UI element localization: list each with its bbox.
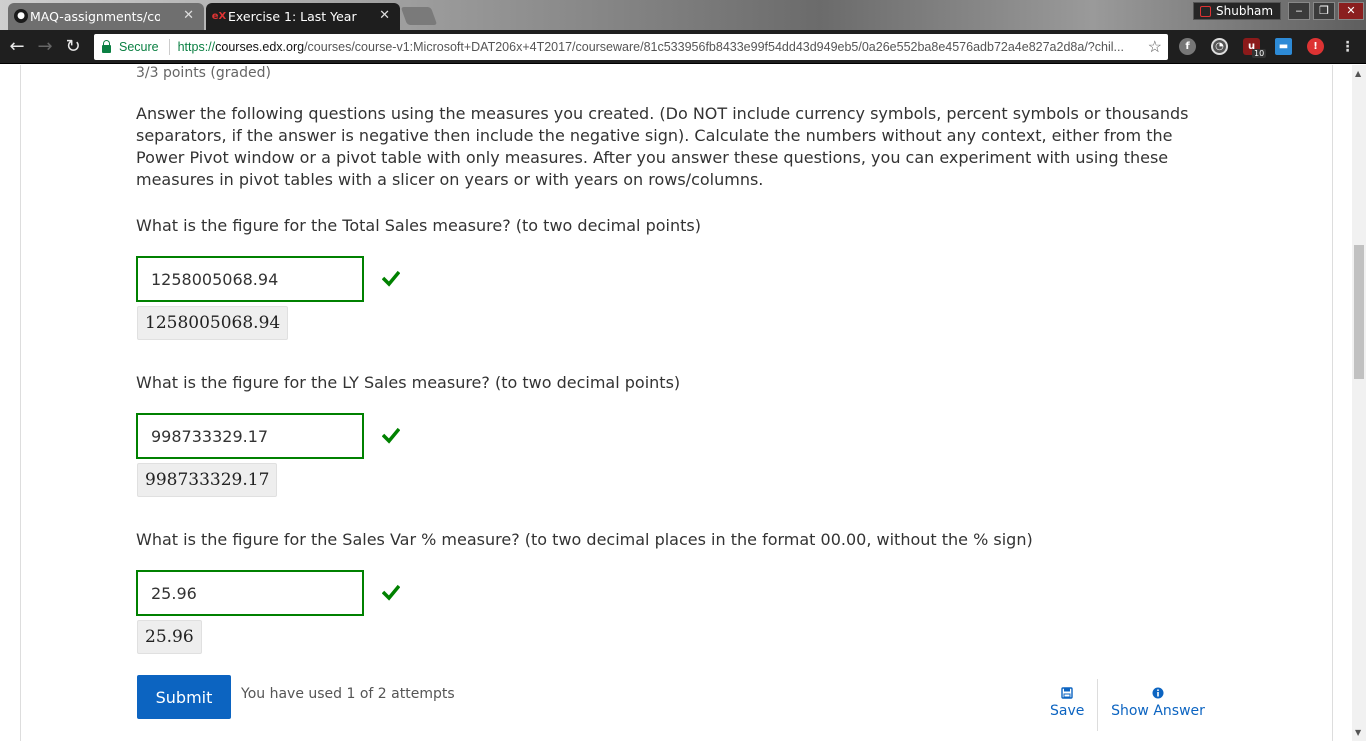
points-label: 3/3 points (graded) <box>136 65 271 81</box>
correct-check-icon <box>382 270 400 287</box>
question-total-sales: What is the figure for the Total Sales m… <box>136 216 701 235</box>
minimize-button[interactable]: ‒ <box>1288 2 1310 20</box>
correct-check-icon <box>382 584 400 601</box>
url-text[interactable]: https://courses.edx.org/courses/course-v… <box>178 40 1138 54</box>
browser-tab-bar: ● MAQ-assignments/co ✕ eX Exercise 1: La… <box>0 0 1366 30</box>
tab-title: MAQ-assignments/co <box>30 9 160 24</box>
extension-f-icon[interactable]: f <box>1179 38 1196 55</box>
menu-icon[interactable]: ⋮ <box>1339 38 1356 55</box>
tab-exercise[interactable]: eX Exercise 1: Last Year C ✕ <box>206 3 400 30</box>
attempts-text: You have used 1 of 2 attempts <box>241 686 455 702</box>
submit-button[interactable]: Submit <box>137 675 231 719</box>
url-scheme: https:// <box>177 40 216 54</box>
scroll-down-arrow-icon[interactable]: ▼ <box>1355 728 1361 737</box>
new-tab-button[interactable] <box>400 7 438 25</box>
edx-icon: eX <box>211 10 227 22</box>
extension-badge: 10 <box>1252 49 1267 58</box>
github-icon: ● <box>14 9 28 23</box>
question-sales-var: What is the figure for the Sales Var % m… <box>136 530 1033 549</box>
action-divider <box>1097 679 1098 731</box>
answer-preview: 998733329.17 <box>137 463 278 497</box>
answer-input-ly-sales[interactable]: 998733329.17 <box>136 413 364 459</box>
scrollbar-thumb[interactable] <box>1354 245 1364 379</box>
extension-shield-icon[interactable]: ! <box>1307 38 1324 55</box>
answer-input-total-sales[interactable]: 1258005068.94 <box>136 256 364 302</box>
address-divider <box>168 39 170 55</box>
back-arrow-icon[interactable]: ← <box>6 36 28 58</box>
save-label: Save <box>1050 703 1085 719</box>
correct-check-icon <box>382 427 400 444</box>
extension-gauge-icon[interactable]: ◔ <box>1211 38 1228 55</box>
restore-button[interactable]: ❐ <box>1313 2 1335 20</box>
browser-toolbar: ← → ↻ Secure https://courses.edx.org/cou… <box>0 30 1366 64</box>
problem-intro: Answer the following questions using the… <box>136 104 1189 189</box>
close-tab-icon[interactable]: ✕ <box>379 8 390 23</box>
show-answer-button[interactable]: Show Answer <box>1110 687 1206 719</box>
info-icon <box>1152 687 1164 699</box>
profile-name: Shubham <box>1216 4 1274 18</box>
forward-arrow-icon[interactable]: → <box>34 36 56 58</box>
question-ly-sales: What is the figure for the LY Sales meas… <box>136 373 681 392</box>
page-viewport: 3/3 points (graded) Answer the following… <box>0 65 1352 741</box>
answer-preview: 25.96 <box>137 620 202 654</box>
save-button[interactable]: Save <box>1050 687 1084 719</box>
scroll-up-arrow-icon[interactable]: ▲ <box>1355 69 1361 78</box>
url-host: courses.edx.org <box>215 40 305 54</box>
page-scrollbar[interactable]: ▲ ▼ <box>1352 65 1366 741</box>
window-close-button[interactable]: ✕ <box>1338 2 1364 20</box>
show-answer-label: Show Answer <box>1111 703 1205 719</box>
extension-window-icon[interactable]: ▬ <box>1275 38 1292 55</box>
close-tab-icon[interactable]: ✕ <box>183 8 194 23</box>
lock-icon <box>102 40 111 53</box>
profile-icon <box>1200 6 1211 17</box>
tab-title: Exercise 1: Last Year C <box>228 9 358 24</box>
url-path: /courses/course-v1:Microsoft+DAT206x+4T2… <box>304 40 1124 54</box>
answer-input-sales-var[interactable]: 25.96 <box>136 570 364 616</box>
answer-preview: 1258005068.94 <box>137 306 289 340</box>
secure-label: Secure <box>119 40 159 54</box>
address-bar[interactable]: Secure https://courses.edx.org/courses/c… <box>94 34 1168 60</box>
save-icon <box>1061 687 1073 699</box>
profile-button[interactable]: Shubham <box>1193 2 1281 20</box>
reload-icon[interactable]: ↻ <box>62 36 84 58</box>
bookmark-star-icon[interactable]: ☆ <box>1148 37 1162 57</box>
tab-maq-assignments[interactable]: ● MAQ-assignments/co ✕ <box>8 3 204 30</box>
